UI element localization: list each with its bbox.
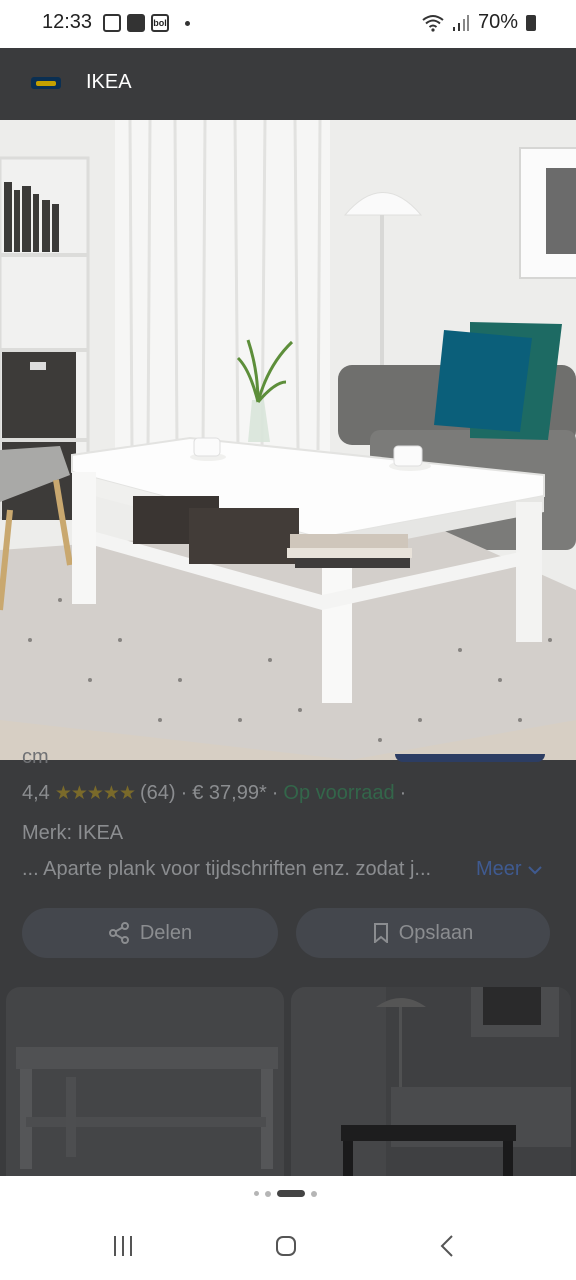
more-label: Meer <box>476 858 522 880</box>
bookmark-icon <box>373 923 388 943</box>
carousel-dot[interactable] <box>265 1190 271 1197</box>
back-chevron-icon <box>440 1235 453 1257</box>
coffee-table-photo <box>0 120 576 760</box>
status-bar: 12:33 bol 70% <box>0 0 576 48</box>
brand-label: Merk: IKEA <box>22 822 124 844</box>
wifi-icon <box>422 14 444 32</box>
rating-row: 4,4 ★★★★★ (64) · € 37,99* · Op voorraad … <box>22 782 406 805</box>
related-image-thumbnail[interactable] <box>291 987 571 1176</box>
product-title-fragment: cm <box>22 746 49 768</box>
separator: · <box>180 782 188 804</box>
separator: · <box>271 782 279 804</box>
back-icon[interactable] <box>440 1234 454 1261</box>
save-button[interactable]: Opslaan <box>296 908 550 958</box>
table-thumbnail-image <box>16 1047 278 1169</box>
chevron-down-icon <box>527 865 542 874</box>
home-icon[interactable] <box>276 1236 296 1256</box>
status-right: 70% <box>422 11 536 34</box>
battery-text: 70% <box>477 11 518 33</box>
room-thumbnail-image <box>291 987 571 1176</box>
product-description: ... Aparte plank voor tijdschriften enz.… <box>22 858 432 880</box>
more-link[interactable]: Meer <box>476 858 542 881</box>
carousel-indicator <box>254 1190 317 1197</box>
price: € 37,99* <box>192 782 267 804</box>
more-notifications-dot <box>185 20 190 26</box>
product-image[interactable] <box>0 120 576 760</box>
gallery-icon <box>127 14 145 32</box>
stock-status: Op voorraad <box>283 782 395 804</box>
share-label: Delen <box>139 921 193 944</box>
carousel-dot[interactable] <box>254 1191 259 1196</box>
share-icon <box>108 922 129 944</box>
bol-icon: bol <box>151 14 169 32</box>
related-image-thumbnail[interactable] <box>6 987 284 1176</box>
review-count: (64) <box>139 782 176 804</box>
carousel-dot[interactable] <box>311 1190 317 1197</box>
rating-value: 4,4 <box>22 782 50 804</box>
bottom-area <box>0 1176 576 1280</box>
separator: · <box>399 782 407 804</box>
battery-icon <box>526 14 536 31</box>
app-bar: IKEA <box>0 48 576 120</box>
carousel-dot-active[interactable] <box>277 1190 305 1197</box>
save-icon <box>103 14 121 32</box>
status-time: 12:33 <box>42 11 93 33</box>
app-title: IKEA <box>86 71 132 93</box>
visit-chip-fragment[interactable] <box>395 754 545 762</box>
rating-stars-icon: ★★★★★ <box>54 783 136 804</box>
recent-apps-icon[interactable] <box>114 1236 132 1256</box>
product-details: cm 4,4 ★★★★★ (64) · € 37,99* · Op voorra… <box>0 746 576 1176</box>
notification-icons: bol <box>103 14 190 32</box>
signal-icon <box>452 14 469 31</box>
save-label: Opslaan <box>398 921 474 944</box>
ikea-logo-icon <box>31 77 61 89</box>
share-button[interactable]: Delen <box>22 908 278 958</box>
